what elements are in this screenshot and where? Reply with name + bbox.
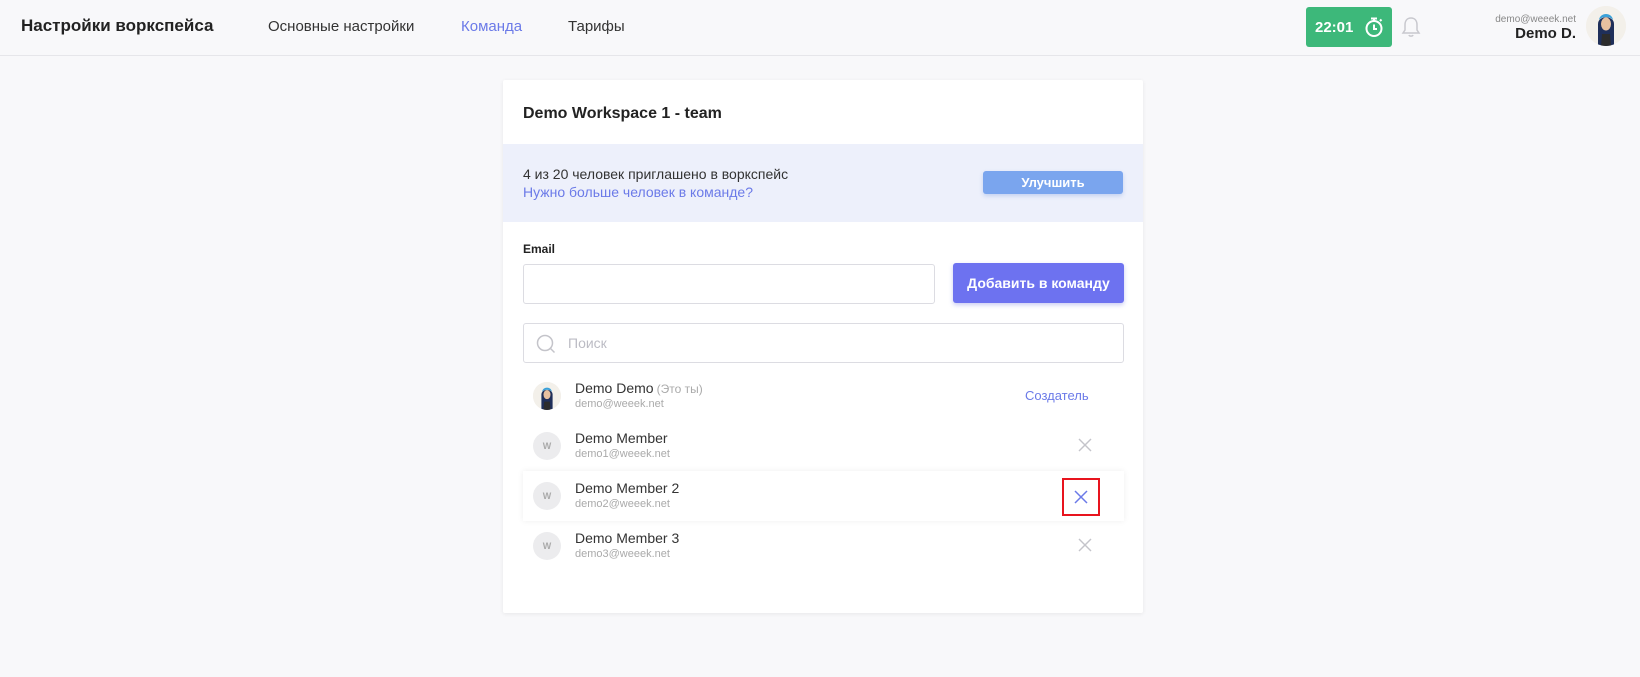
member-name: Demo Demo (Это ты) — [575, 380, 703, 396]
user-name: Demo D. — [1515, 25, 1576, 42]
avatar: W — [533, 532, 561, 560]
member-row: W Demo Member demo1@weeek.net — [523, 421, 1124, 471]
email-field[interactable] — [523, 264, 935, 304]
member-row: W Demo Member 3 demo3@weeek.net — [523, 521, 1124, 571]
avatar[interactable] — [1586, 6, 1626, 46]
close-icon — [1074, 490, 1088, 504]
invite-count-text: 4 из 20 человек приглашено в воркспейс — [523, 166, 789, 182]
close-icon — [1078, 438, 1092, 452]
member-row: W Demo Member 2 demo2@weeek.net — [523, 471, 1124, 521]
tab-plans[interactable]: Тарифы — [568, 18, 625, 35]
avatar: W — [533, 432, 561, 460]
search-input[interactable] — [568, 324, 1108, 362]
member-email: demo2@weeek.net — [575, 498, 670, 510]
invite-limit-banner: 4 из 20 человек приглашено в воркспейс Н… — [503, 144, 1143, 222]
search-icon — [536, 334, 556, 354]
user-avatar-icon — [1586, 6, 1626, 46]
user-email: demo@weeek.net — [1495, 14, 1576, 25]
member-name: Demo Member 2 — [575, 480, 680, 496]
close-icon — [1078, 538, 1092, 552]
upgrade-button[interactable]: Улучшить — [983, 171, 1123, 194]
card-title: Demo Workspace 1 - team — [523, 105, 722, 122]
member-email: demo@weeek.net — [575, 398, 664, 410]
member-name: Demo Member 3 — [575, 530, 680, 546]
tab-general-settings[interactable]: Основные настройки — [268, 18, 414, 35]
avatar — [533, 382, 561, 410]
search-box[interactable] — [523, 323, 1124, 363]
member-name-text: Demo Demo — [575, 380, 654, 396]
bell-icon[interactable] — [1400, 15, 1422, 39]
tab-team[interactable]: Команда — [461, 18, 522, 35]
remove-member-button[interactable] — [1075, 535, 1095, 555]
email-label: Email — [523, 242, 556, 256]
page-title: Настройки воркспейса — [21, 16, 214, 35]
user-avatar-icon — [533, 382, 561, 410]
stopwatch-icon — [1365, 17, 1383, 37]
team-card: Demo Workspace 1 - team 4 из 20 человек … — [503, 80, 1143, 613]
remove-member-button[interactable] — [1075, 435, 1095, 455]
member-email: demo3@weeek.net — [575, 548, 670, 560]
add-to-team-button[interactable]: Добавить в команду — [953, 263, 1124, 303]
member-row: Demo Demo (Это ты) demo@weeek.net Создате… — [523, 371, 1124, 421]
need-more-link[interactable]: Нужно больше человек в команде? — [523, 184, 753, 200]
top-bar: Настройки воркспейса Основные настройки … — [0, 0, 1640, 56]
remove-member-button[interactable] — [1062, 478, 1100, 516]
creator-role-label: Создатель — [1025, 388, 1089, 403]
timer-value: 22:01 — [1315, 18, 1354, 36]
timer-button[interactable]: 22:01 — [1306, 7, 1392, 47]
member-email: demo1@weeek.net — [575, 448, 670, 460]
avatar: W — [533, 482, 561, 510]
member-name: Demo Member — [575, 430, 668, 446]
member-you-tag: (Это ты) — [656, 382, 703, 396]
